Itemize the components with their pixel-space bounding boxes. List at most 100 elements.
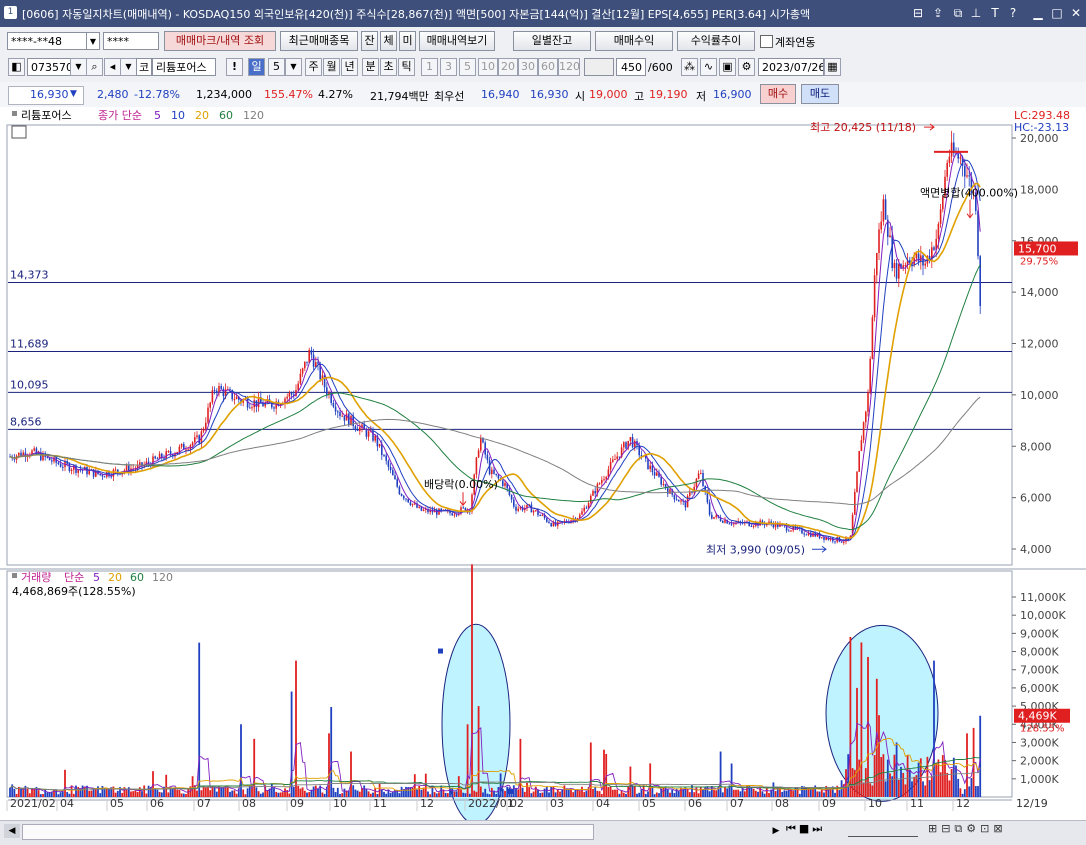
candle	[156, 458, 159, 460]
zoom-slider[interactable]	[848, 824, 918, 837]
period-month-button[interactable]: 월	[323, 58, 340, 76]
buy-button[interactable]: 매수	[760, 84, 796, 104]
volume-bar	[900, 766, 902, 797]
help-icon[interactable]: ?	[1005, 5, 1021, 21]
period-num-select[interactable]: 5	[268, 58, 285, 76]
volume-bar	[226, 786, 229, 797]
stock-code-input[interactable]: 073570	[27, 58, 71, 76]
alert-button[interactable]: !	[226, 58, 243, 76]
candle	[612, 459, 614, 462]
volume-bar	[603, 749, 605, 797]
scroll-right-icon[interactable]: ▶	[768, 824, 784, 838]
candle	[405, 498, 407, 500]
candle	[70, 469, 73, 472]
volume-bar	[858, 759, 861, 797]
filled-button[interactable]: 체	[380, 31, 397, 51]
volume-bar	[501, 788, 504, 797]
scroll-left-icon[interactable]: ◀	[4, 824, 20, 838]
candle	[539, 515, 541, 517]
volume-bar	[297, 785, 300, 797]
candle	[332, 402, 335, 407]
candle	[233, 399, 236, 401]
candle	[326, 387, 328, 395]
candle	[669, 489, 671, 494]
volume-bar	[462, 792, 465, 797]
speaker-dropdown-icon[interactable]: ▼	[120, 58, 137, 76]
period-second-button[interactable]: 초	[380, 58, 397, 76]
calendar-icon[interactable]: ▦	[824, 58, 841, 76]
candle	[354, 426, 357, 430]
candle	[662, 483, 665, 485]
custom-period-select[interactable]	[584, 58, 614, 76]
num-button[interactable]: 3	[440, 58, 457, 76]
daily-balance-button[interactable]: 일별잔고	[513, 31, 591, 51]
trade-mark-query-button[interactable]: 매매마크/내역 조회	[164, 31, 276, 51]
chevron-down-icon[interactable]: ▼	[86, 32, 100, 50]
count-input[interactable]: 450	[616, 58, 646, 76]
volume-bar	[913, 776, 916, 797]
candle	[504, 483, 506, 486]
layout-icon[interactable]: ◧	[8, 58, 25, 76]
recent-trade-button[interactable]: 최근매매종목	[280, 31, 358, 51]
volume-bar	[928, 780, 931, 797]
chart-tool-icons[interactable]: ⊞⊟⧉⚙⊡⊠	[928, 822, 1078, 838]
period-day-button[interactable]: 일	[248, 58, 265, 76]
password-input[interactable]: ****	[103, 32, 159, 50]
num-button[interactable]: 20	[498, 58, 518, 76]
search-icon[interactable]: ⌕	[86, 58, 103, 76]
balance-button[interactable]: 잔	[361, 31, 378, 51]
period-tick-button[interactable]: 틱	[398, 58, 415, 76]
period-year-button[interactable]: 년	[341, 58, 358, 76]
volume-bar	[752, 788, 755, 797]
num-button[interactable]: 60	[538, 58, 558, 76]
candle	[213, 390, 216, 392]
return-trend-button[interactable]: 수익률추이	[677, 31, 755, 51]
volume-bar	[578, 790, 581, 797]
minimize-icon[interactable]: ▁	[1030, 5, 1046, 21]
turnover: 4.27%	[318, 88, 353, 101]
close-icon[interactable]: ✕	[1068, 5, 1084, 21]
period-week-button[interactable]: 주	[305, 58, 322, 76]
account-select[interactable]: ****-**48	[7, 32, 87, 50]
chart-area[interactable]: 20,000 18,000 16,000 14,000 12,000 10,000 8,00…	[0, 107, 1086, 825]
volume-bar	[585, 790, 588, 797]
date-input[interactable]: 2023/07/26	[758, 58, 824, 76]
volume-bar	[90, 790, 93, 797]
volume-bar	[446, 793, 449, 797]
gear-icon[interactable]: ⚙	[738, 58, 755, 76]
save-icon[interactable]: ▣	[719, 58, 736, 76]
scroll-thumb[interactable]	[22, 824, 594, 840]
num-button[interactable]: 120	[558, 58, 580, 76]
candle	[689, 491, 691, 496]
num-button[interactable]: 5	[459, 58, 476, 76]
font-icon[interactable]: T	[987, 5, 1003, 21]
speaker-icon[interactable]: ◂	[104, 58, 121, 76]
candle	[356, 429, 359, 432]
trade-profit-button[interactable]: 매매수익	[595, 31, 673, 51]
num-button[interactable]: 1	[421, 58, 438, 76]
candle	[400, 494, 403, 496]
candle	[62, 466, 64, 468]
stick-icon[interactable]: ⊥	[968, 5, 984, 21]
trade-history-button[interactable]: 매매내역보기	[419, 31, 495, 51]
account-link-checkbox[interactable]	[760, 35, 773, 48]
code-dropdown-icon[interactable]: ▼	[70, 58, 87, 76]
window-icon[interactable]: ⧉	[950, 5, 966, 21]
period-dropdown-icon[interactable]: ▼	[285, 58, 302, 76]
volume-bar	[702, 789, 704, 797]
indicator-icon[interactable]: ⁂	[681, 58, 698, 76]
period-minute-button[interactable]: 분	[362, 58, 379, 76]
tool-icon[interactable]: ∿	[700, 58, 717, 76]
candlestick-chart[interactable]: 20,00018,00016,00014,00012,00010,0008,00…	[0, 107, 1086, 825]
candle	[728, 523, 731, 525]
sell-button[interactable]: 매도	[801, 84, 839, 104]
maximize-icon[interactable]: □	[1049, 5, 1065, 21]
num-button[interactable]: 10	[478, 58, 498, 76]
playback-controls[interactable]: ⏮■⏭	[786, 822, 846, 838]
volume-bar	[512, 785, 515, 797]
pin-icon[interactable]: ⇪	[930, 5, 946, 21]
high-annotation: 최고 20,425 (11/18)	[810, 121, 916, 134]
unfilled-button[interactable]: 미	[399, 31, 416, 51]
num-button[interactable]: 30	[518, 58, 538, 76]
lock-icon[interactable]: ⊟	[910, 5, 926, 21]
